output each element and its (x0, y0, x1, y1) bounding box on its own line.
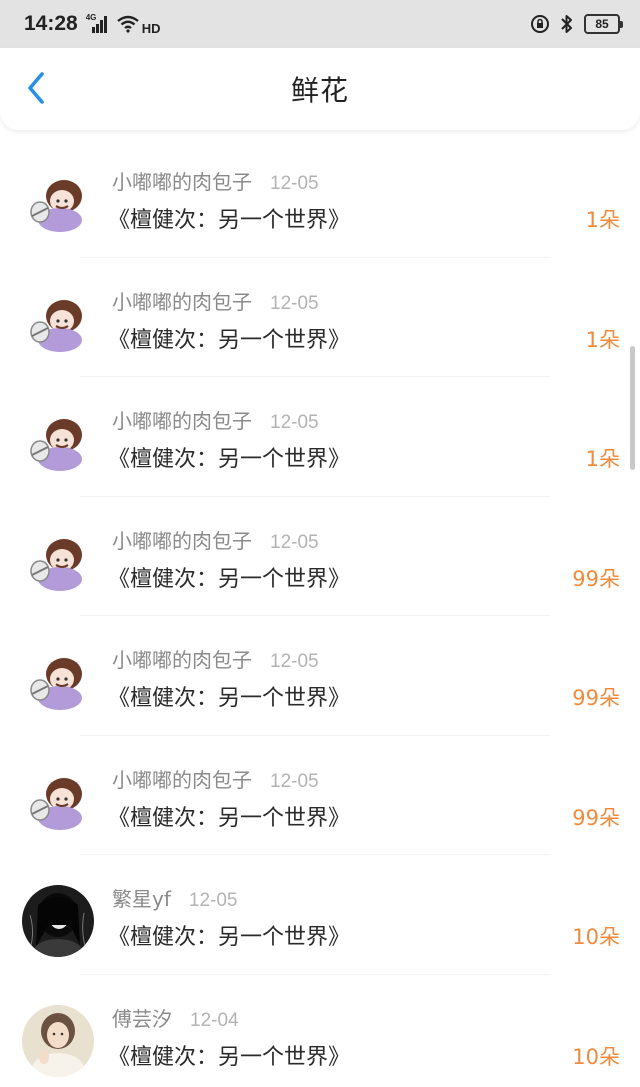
cellular-signal-icon: 4G (85, 13, 108, 33)
back-button[interactable] (18, 70, 54, 106)
sender-name[interactable]: 傅芸汐 (112, 1003, 172, 1032)
flower-count: 10朵 (572, 1044, 620, 1069)
flower-gift-list: 小嘟嘟的肉包子 12-05 《檀健次：另一个世界》 1朵 小嘟嘟的肉包子 12-… (0, 138, 640, 1087)
list-item[interactable]: 小嘟嘟的肉包子 12-05 《檀健次：另一个世界》 99朵 (0, 736, 640, 855)
navigation-bar: 鲜花 (0, 48, 640, 130)
cartoon-avatar[interactable] (22, 407, 94, 479)
book-title: 《檀健次：另一个世界》 (108, 208, 351, 233)
status-bar: 14:28 4G HD 85 (0, 0, 640, 48)
flower-count: 10朵 (572, 925, 620, 949)
gift-date: 12-05 (188, 890, 238, 911)
hd-badge: HD (141, 20, 161, 36)
cartoon-avatar[interactable] (22, 168, 94, 240)
list-item[interactable]: 繁星yf 12-05 《檀健次：另一个世界》 10朵 (0, 855, 640, 975)
wifi-icon (116, 15, 140, 33)
scrollbar[interactable] (630, 346, 635, 470)
cartoon-avatar[interactable] (22, 526, 94, 599)
gift-date: 12-05 (270, 173, 319, 194)
dark-portrait-avatar[interactable] (22, 885, 94, 957)
item-meta: 小嘟嘟的肉包子 12-05 (112, 405, 319, 434)
cartoon-avatar[interactable] (22, 287, 94, 360)
sender-name[interactable]: 小嘟嘟的肉包子 (112, 405, 252, 434)
book-title: 《檀健次：另一个世界》 (108, 566, 351, 592)
item-meta: 小嘟嘟的肉包子 12-05 (112, 166, 319, 195)
flower-count: 1朵 (585, 447, 620, 471)
list-item[interactable]: 小嘟嘟的肉包子 12-05 《檀健次：另一个世界》 1朵 (0, 377, 640, 497)
book-title: 《檀健次：另一个世界》 (108, 805, 351, 831)
cartoon-avatar[interactable] (22, 765, 94, 838)
sender-name[interactable]: 小嘟嘟的肉包子 (112, 644, 252, 673)
page-title: 鲜花 (290, 74, 349, 107)
gift-date: 12-05 (270, 770, 319, 792)
flower-count: 1朵 (585, 327, 620, 352)
cartoon-avatar[interactable] (22, 646, 94, 718)
item-meta: 小嘟嘟的肉包子 12-05 (112, 644, 319, 673)
status-right: 85 (530, 14, 623, 34)
status-left: 14:28 4G HD (24, 12, 161, 36)
flower-count: 99朵 (572, 805, 620, 830)
book-title: 《檀健次：另一个世界》 (108, 327, 351, 353)
sender-name[interactable]: 小嘟嘟的肉包子 (112, 525, 252, 554)
book-title: 《檀健次：另一个世界》 (108, 1044, 351, 1070)
chevron-left-icon (28, 72, 44, 104)
item-meta: 小嘟嘟的肉包子 12-05 (112, 286, 319, 315)
sender-name[interactable]: 小嘟嘟的肉包子 (112, 764, 252, 793)
list-item[interactable]: 小嘟嘟的肉包子 12-05 《檀健次：另一个世界》 99朵 (0, 616, 640, 736)
flower-count: 1朵 (585, 208, 620, 232)
flower-count: 99朵 (572, 686, 620, 710)
battery-indicator: 85 (584, 14, 623, 34)
book-title: 《檀健次：另一个世界》 (108, 925, 351, 950)
book-title: 《檀健次：另一个世界》 (108, 686, 351, 711)
gift-date: 12-04 (190, 1009, 239, 1031)
sender-name[interactable]: 繁星yf (112, 883, 171, 912)
gift-date: 12-05 (270, 651, 319, 672)
gift-date: 12-05 (270, 531, 319, 553)
bluetooth-icon (560, 14, 574, 34)
item-meta: 傅芸汐 12-04 (112, 1003, 239, 1032)
list-item[interactable]: 傅芸汐 12-04 《檀健次：另一个世界》 10朵 (0, 975, 640, 1087)
list-item[interactable]: 小嘟嘟的肉包子 12-05 《檀健次：另一个世界》 99朵 (0, 497, 640, 616)
photo-portrait-avatar[interactable] (22, 1004, 94, 1077)
item-meta: 繁星yf 12-05 (112, 883, 238, 912)
list-item[interactable]: 小嘟嘟的肉包子 12-05 《檀健次：另一个世界》 1朵 (0, 258, 640, 377)
list-item[interactable]: 小嘟嘟的肉包子 12-05 《檀健次：另一个世界》 1朵 (0, 138, 640, 258)
book-title: 《檀健次：另一个世界》 (108, 447, 351, 472)
item-meta: 小嘟嘟的肉包子 12-05 (112, 764, 319, 793)
network-type-label: 4G (85, 13, 97, 22)
status-time: 14:28 (24, 12, 78, 35)
flower-count: 99朵 (572, 566, 620, 591)
sender-name[interactable]: 小嘟嘟的肉包子 (112, 286, 252, 315)
lock-rotation-icon (530, 14, 550, 34)
sender-name[interactable]: 小嘟嘟的肉包子 (112, 166, 252, 195)
gift-date: 12-05 (270, 412, 319, 433)
gift-date: 12-05 (270, 292, 319, 314)
item-meta: 小嘟嘟的肉包子 12-05 (112, 525, 319, 554)
